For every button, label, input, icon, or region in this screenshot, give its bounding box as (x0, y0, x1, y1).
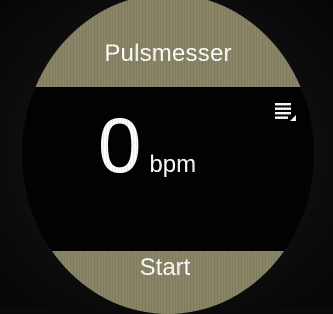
app-title: Pulsmesser (104, 40, 232, 67)
heart-rate-readout: 0 bpm (98, 106, 196, 184)
heart-rate-unit: bpm (149, 151, 197, 178)
start-button-label: Start (139, 254, 191, 281)
menu-icon[interactable] (275, 102, 297, 122)
header-bar: Pulsmesser (22, 0, 314, 87)
watch-screen: Pulsmesser 0 bpm Start (22, 0, 314, 314)
start-button[interactable]: Start (22, 251, 314, 314)
watch-bezel: Pulsmesser 0 bpm Start (0, 0, 333, 314)
heart-rate-value: 0 (98, 101, 142, 189)
